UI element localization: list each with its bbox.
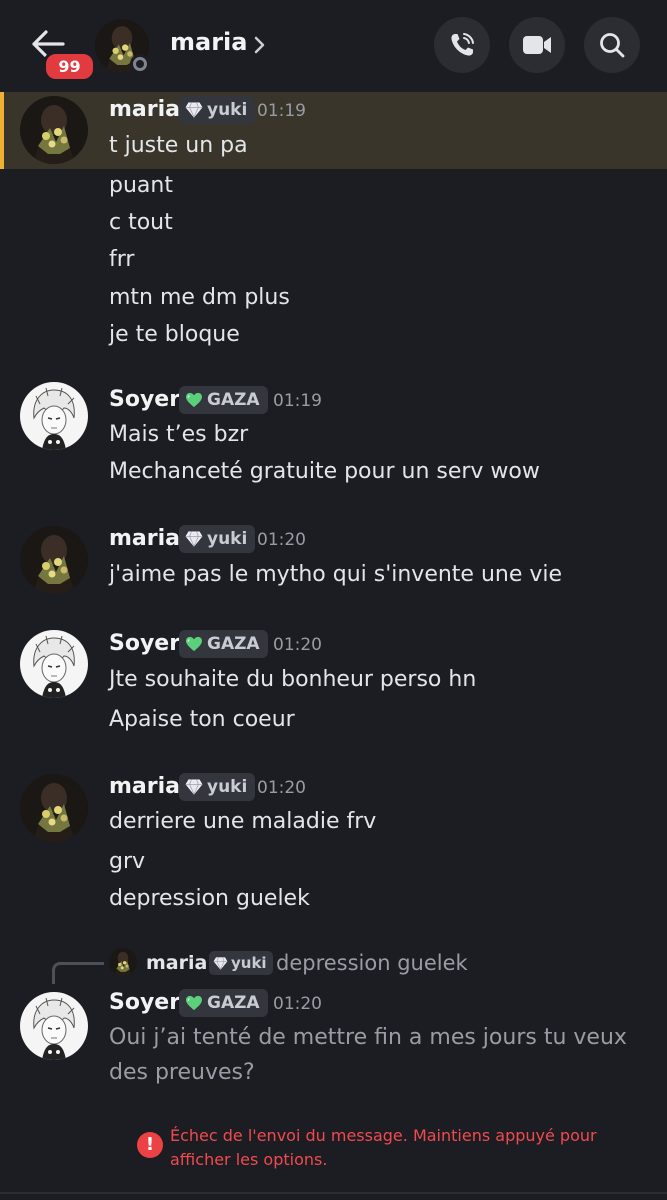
- message-line[interactable]: je te bloque: [109, 322, 240, 347]
- message-author[interactable]: Soyer: [109, 387, 180, 412]
- role-tag-label: yuki: [207, 777, 248, 797]
- maria-avatar-image: [109, 948, 137, 976]
- message-line[interactable]: mtn me dm plus: [109, 285, 290, 310]
- message-author[interactable]: Soyer: [109, 990, 180, 1015]
- reply-role-tag-label: yuki: [231, 954, 267, 972]
- message-line[interactable]: Mechanceté gratuite pour un serv wow: [109, 459, 540, 484]
- phone-icon: [451, 33, 474, 56]
- role-tag-label: GAZA: [207, 993, 260, 1013]
- diamond-icon: [185, 102, 203, 118]
- diamond-icon: [185, 531, 203, 547]
- message-line[interactable]: grv: [109, 849, 145, 874]
- page-title[interactable]: maria: [170, 28, 247, 56]
- message-line[interactable]: Apaise ton coeur: [109, 707, 295, 732]
- message-line[interactable]: depression guelek: [109, 886, 310, 911]
- message-line[interactable]: puant: [109, 173, 173, 198]
- message-line[interactable]: frr: [109, 247, 134, 272]
- maria-avatar-image: [20, 526, 88, 594]
- message-line[interactable]: derriere une maladie frv: [109, 809, 376, 834]
- message-author[interactable]: maria: [109, 97, 180, 122]
- reply-avatar[interactable]: [109, 948, 137, 976]
- role-tag[interactable]: GAZA: [179, 386, 268, 414]
- offline-status-icon: [130, 54, 150, 74]
- voice-call-button[interactable]: [434, 17, 490, 73]
- role-tag-label: yuki: [207, 529, 248, 549]
- soyer-avatar-image: [20, 630, 88, 698]
- send-error-text[interactable]: Échec de l'envoi du message. Maintiens a…: [170, 1124, 610, 1172]
- search-button[interactable]: [584, 17, 640, 73]
- video-camera-icon: [523, 36, 551, 54]
- message-line[interactable]: c tout: [109, 210, 173, 235]
- divider: [0, 1192, 667, 1194]
- message-line[interactable]: t juste un pa: [109, 133, 248, 158]
- avatar[interactable]: [20, 526, 88, 594]
- search-icon: [600, 33, 625, 58]
- avatar[interactable]: [20, 382, 88, 450]
- message-author[interactable]: maria: [109, 774, 180, 799]
- message-timestamp: 01:19: [273, 391, 322, 411]
- green-heart-icon: [185, 636, 203, 652]
- avatar[interactable]: [20, 96, 88, 164]
- maria-avatar-image: [20, 774, 88, 842]
- avatar[interactable]: [20, 630, 88, 698]
- message-author[interactable]: Soyer: [109, 631, 180, 656]
- role-tag[interactable]: yuki: [179, 525, 256, 553]
- message-timestamp: 01:20: [257, 778, 306, 798]
- green-heart-icon: [185, 392, 203, 408]
- message-timestamp: 01:19: [257, 101, 306, 121]
- avatar[interactable]: [20, 774, 88, 842]
- role-tag-label: yuki: [207, 100, 248, 120]
- role-tag[interactable]: yuki: [179, 96, 256, 124]
- green-heart-icon: [185, 995, 203, 1011]
- error-icon: !: [137, 1132, 163, 1158]
- highlighted-message-bg: [0, 92, 667, 169]
- reply-author[interactable]: maria: [146, 952, 207, 974]
- message-line[interactable]: Mais t’es bzr: [109, 422, 248, 447]
- diamond-icon: [213, 956, 228, 970]
- message-author[interactable]: maria: [109, 526, 180, 551]
- role-tag-label: GAZA: [207, 390, 260, 410]
- reply-role-tag[interactable]: yuki: [209, 951, 273, 975]
- role-tag[interactable]: GAZA: [179, 630, 268, 658]
- message-timestamp: 01:20: [273, 635, 322, 655]
- message-timestamp: 01:20: [257, 530, 306, 550]
- reply-preview-text[interactable]: depression guelek: [276, 951, 468, 975]
- unread-badge: 99: [43, 51, 96, 82]
- soyer-avatar-image: [20, 382, 88, 450]
- reply-connector: [52, 962, 104, 984]
- diamond-icon: [185, 779, 203, 795]
- message-line[interactable]: Jte souhaite du bonheur perso hn: [109, 667, 476, 692]
- chat-header: 99 maria: [0, 0, 667, 90]
- soyer-avatar-image: [20, 992, 88, 1060]
- failed-message-text[interactable]: Oui j’ai tenté de mettre fin a mes jours…: [109, 1020, 654, 1090]
- avatar[interactable]: [20, 992, 88, 1060]
- role-tag[interactable]: GAZA: [179, 989, 268, 1017]
- role-tag-label: GAZA: [207, 634, 260, 654]
- maria-avatar-image: [20, 96, 88, 164]
- video-call-button[interactable]: [509, 17, 565, 73]
- chevron-right-icon[interactable]: [252, 34, 266, 56]
- role-tag[interactable]: yuki: [179, 773, 256, 801]
- message-timestamp: 01:20: [273, 994, 322, 1014]
- message-line[interactable]: j'aime pas le mytho qui s'invente une vi…: [109, 562, 562, 587]
